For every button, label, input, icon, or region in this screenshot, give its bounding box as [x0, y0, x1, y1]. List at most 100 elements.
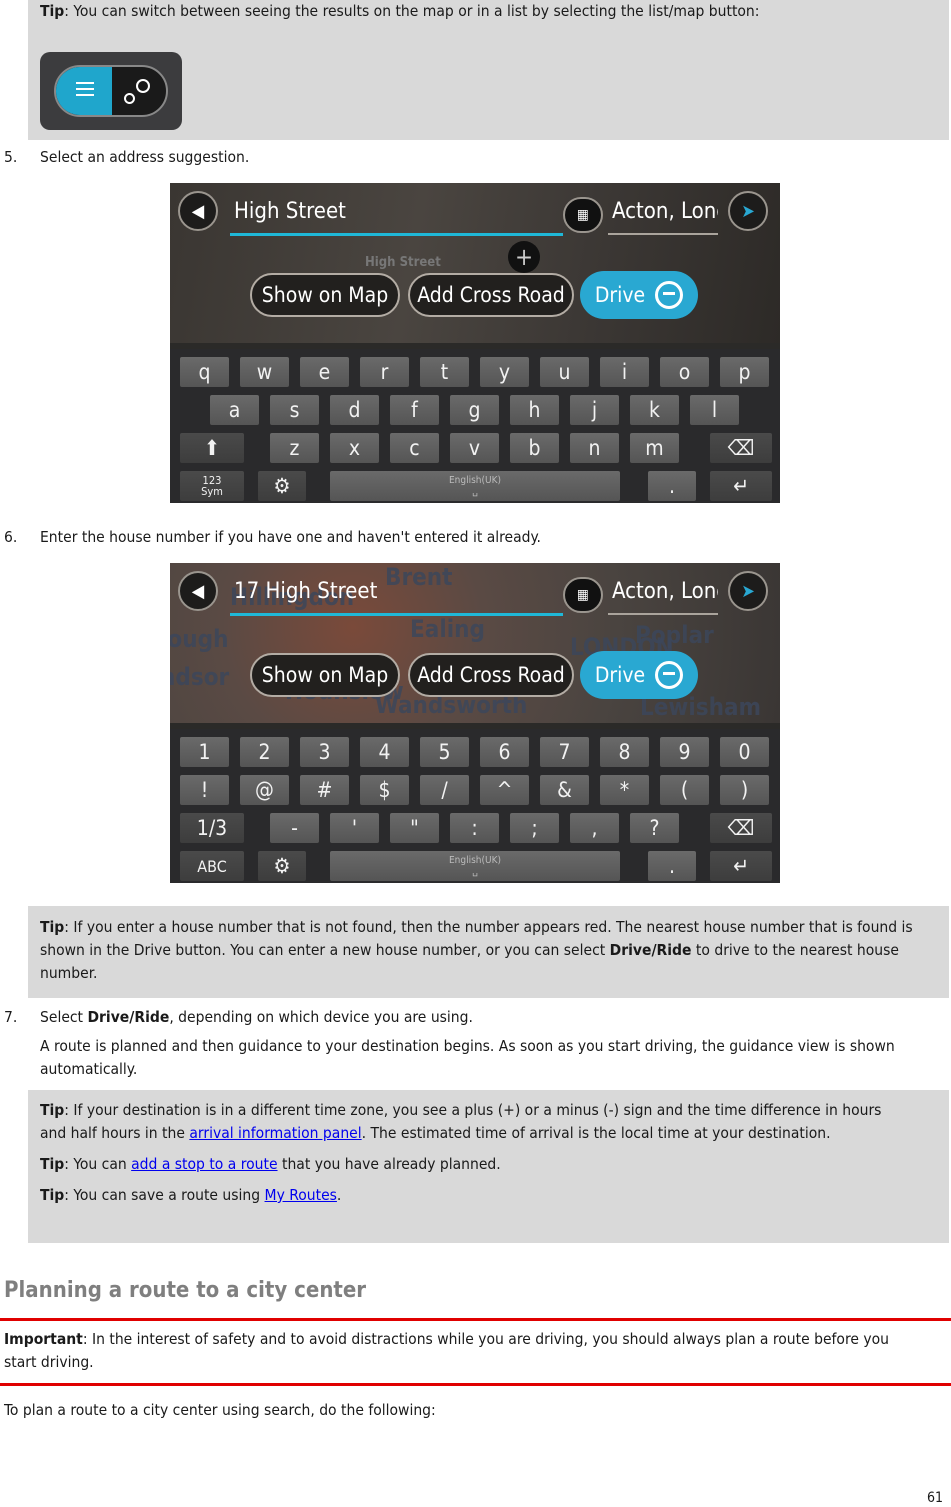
key-symbol[interactable]: ' [330, 813, 379, 843]
list-map-toggle-image [40, 52, 182, 130]
key-symbol[interactable]: @ [240, 775, 289, 805]
key-8[interactable]: o [660, 357, 709, 387]
key-letter[interactable]: v [450, 433, 499, 463]
drive-button[interactable]: Drive [580, 271, 698, 319]
key-symbol[interactable]: ( [660, 775, 709, 805]
add-cross-road-button[interactable]: Add Cross Road [408, 653, 574, 697]
key-8[interactable]: 9 [660, 737, 709, 767]
add-stop-link[interactable]: add a stop to a route [131, 1155, 277, 1173]
key-symbol[interactable]: - [270, 813, 319, 843]
backspace-key[interactable]: ⌫ [710, 433, 772, 463]
period-key[interactable]: . [648, 851, 696, 881]
key-7[interactable]: i [600, 357, 649, 387]
navigation-arrow-icon[interactable]: ➤ [728, 191, 768, 231]
map-place-label: lough [170, 625, 229, 653]
settings-key[interactable]: ⚙ [258, 851, 306, 881]
key-1[interactable]: w [240, 357, 289, 387]
key-3[interactable]: r [360, 357, 409, 387]
screenshot-house-number: BrentHillingdonEalingLONDONPoplarloughnd… [170, 563, 780, 883]
navigation-arrow-icon[interactable]: ➤ [728, 571, 768, 611]
search-area-input[interactable]: Acton, Londo [612, 579, 718, 604]
key-0[interactable]: 1 [180, 737, 229, 767]
key-symbol[interactable]: , [570, 813, 619, 843]
key-4[interactable]: 5 [420, 737, 469, 767]
enter-key[interactable]: ↵ [710, 471, 772, 501]
shift-key[interactable]: ⬆ [180, 433, 244, 463]
map-pins-icon [124, 93, 135, 104]
search-input[interactable]: High Street [234, 199, 346, 224]
period-key[interactable]: . [648, 471, 696, 501]
back-button[interactable]: ◀ [178, 571, 218, 611]
key-symbol[interactable]: & [540, 775, 589, 805]
key-symbol[interactable]: ! [180, 775, 229, 805]
section-heading: Planning a route to a city center [4, 1278, 367, 1303]
key-letter[interactable]: g [450, 395, 499, 425]
symbols-key[interactable]: 123 Sym [180, 471, 244, 501]
backspace-key[interactable]: ⌫ [710, 813, 772, 843]
key-letter[interactable]: x [330, 433, 379, 463]
key-symbol[interactable]: * [600, 775, 649, 805]
show-on-map-button[interactable]: Show on Map [250, 273, 400, 317]
key-7[interactable]: 8 [600, 737, 649, 767]
key-letter[interactable]: m [630, 433, 679, 463]
city-buildings-icon[interactable]: ▦ [563, 577, 603, 613]
key-letter[interactable]: a [210, 395, 259, 425]
key-letter[interactable]: k [630, 395, 679, 425]
key-symbol[interactable]: ^ [480, 775, 529, 805]
key-letter[interactable]: z [270, 433, 319, 463]
key-symbol[interactable]: " [390, 813, 439, 843]
key-6[interactable]: u [540, 357, 589, 387]
key-symbol[interactable]: ? [630, 813, 679, 843]
key-symbol[interactable]: # [300, 775, 349, 805]
key-symbol[interactable]: / [420, 775, 469, 805]
key-letter[interactable]: d [330, 395, 379, 425]
key-3[interactable]: 4 [360, 737, 409, 767]
arrival-information-panel-link[interactable]: arrival information panel [189, 1124, 361, 1142]
key-letter[interactable]: l [690, 395, 739, 425]
step-5: 5. Select an address suggestion. [4, 148, 250, 166]
key-0[interactable]: q [180, 357, 229, 387]
space-key[interactable]: English(UK) ␣ [330, 471, 620, 501]
city-buildings-icon[interactable]: ▦ [563, 197, 603, 233]
add-cross-road-button[interactable]: Add Cross Road [408, 273, 574, 317]
key-9[interactable]: p [720, 357, 769, 387]
divider [0, 1383, 951, 1386]
key-letter[interactable]: b [510, 433, 559, 463]
search-area-input[interactable]: Acton, Lond [612, 199, 718, 224]
key-letter[interactable]: h [510, 395, 559, 425]
key-symbol[interactable]: : [450, 813, 499, 843]
key-letter[interactable]: j [570, 395, 619, 425]
key-4[interactable]: t [420, 357, 469, 387]
drive-button[interactable]: Drive [580, 651, 698, 699]
step-7: 7. Select Drive/Ride, depending on which … [4, 1008, 473, 1026]
key-letter[interactable]: c [390, 433, 439, 463]
key-2[interactable]: e [300, 357, 349, 387]
important-note: Important: In the interest of safety and… [4, 1330, 889, 1371]
keyboard-alpha: q w e r t y u i o p a s d f g h j k l ⬆ z x c v b n m ⌫ 123 Sym ⚙ Engli… [170, 349, 780, 503]
key-2[interactable]: 3 [300, 737, 349, 767]
tip-box-list-map: Tip: You can switch between seeing the r… [28, 0, 949, 140]
space-key[interactable]: English(UK) ␣ [330, 851, 620, 881]
key-letter[interactable]: s [270, 395, 319, 425]
key-1[interactable]: 2 [240, 737, 289, 767]
key-symbol[interactable]: ; [510, 813, 559, 843]
tip-text: : You can switch between seeing the resu… [64, 2, 760, 20]
search-input[interactable]: 17 High Street [234, 579, 377, 604]
key-6[interactable]: 7 [540, 737, 589, 767]
map-place-label: Poplar [635, 621, 714, 649]
my-routes-link[interactable]: My Routes [265, 1186, 337, 1204]
key-5[interactable]: 6 [480, 737, 529, 767]
show-on-map-button[interactable]: Show on Map [250, 653, 400, 697]
key-letter[interactable]: f [390, 395, 439, 425]
abc-key[interactable]: ABC [180, 851, 244, 881]
key-letter[interactable]: n [570, 433, 619, 463]
back-button[interactable]: ◀ [178, 191, 218, 231]
key-5[interactable]: y [480, 357, 529, 387]
enter-key[interactable]: ↵ [710, 851, 772, 881]
page-toggle-key[interactable]: 1/3 [180, 813, 244, 843]
key-9[interactable]: 0 [720, 737, 769, 767]
tip-box-house-number: Tip: If you enter a house number that is… [28, 906, 949, 998]
key-symbol[interactable]: $ [360, 775, 409, 805]
settings-key[interactable]: ⚙ [258, 471, 306, 501]
key-symbol[interactable]: ) [720, 775, 769, 805]
